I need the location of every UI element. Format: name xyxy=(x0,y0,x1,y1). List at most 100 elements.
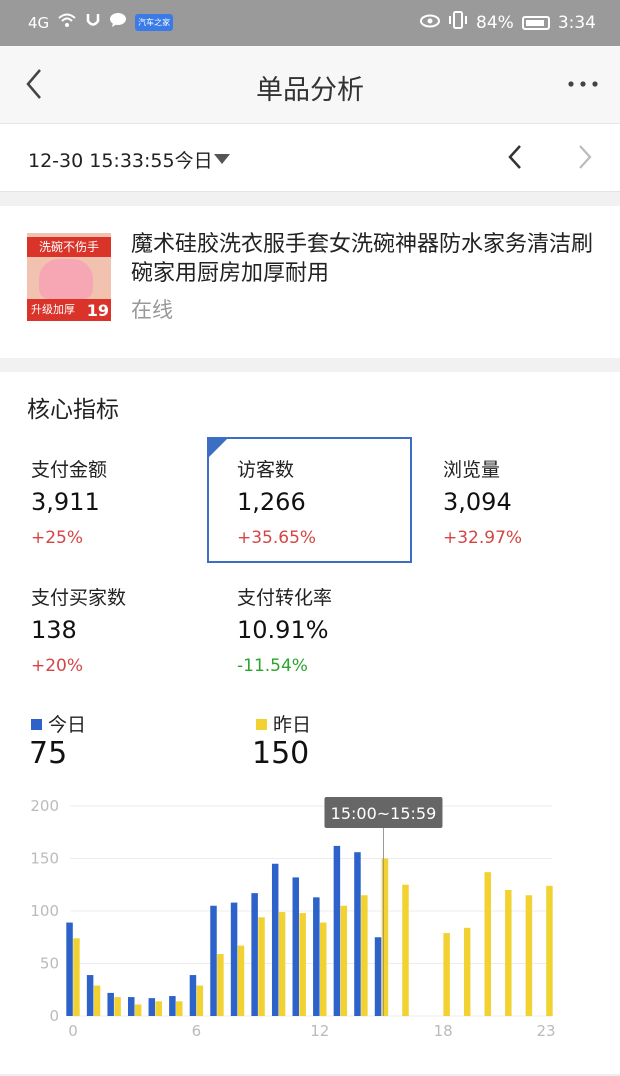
legend-today: 今日 xyxy=(31,710,86,737)
product-card[interactable]: 洗碗不伤手 升级加厚 19 魔术硅胶洗衣服手套女洗碗神器防水家务清洁刷碗家用厨房… xyxy=(0,206,620,358)
legend-yesterday-label: 昨日 xyxy=(273,714,312,736)
bar-yesterday xyxy=(340,905,348,1016)
status-right: 84% 3:34 xyxy=(420,11,596,34)
metric-label: 浏览量 xyxy=(443,459,501,481)
bar-today xyxy=(127,997,135,1016)
legend-yesterday-value: 150 xyxy=(252,736,310,771)
metric-change: +32.97% xyxy=(443,528,523,548)
y-tick-label: 150 xyxy=(30,850,59,868)
bar-today xyxy=(189,975,197,1016)
chevron-right-icon xyxy=(579,145,592,169)
status-bar: 4G 汽车之家 84% 3:34 xyxy=(0,0,620,46)
bar-yesterday xyxy=(525,895,533,1016)
bar-yesterday xyxy=(361,895,368,1016)
metric-visitors[interactable]: 访客数 1,266 +35.65% xyxy=(237,455,437,579)
bar-yesterday xyxy=(134,1004,142,1016)
product-thumbnail[interactable]: 洗碗不伤手 升级加厚 19 xyxy=(27,233,111,321)
y-tick-label: 50 xyxy=(40,955,59,973)
bar-today xyxy=(313,897,320,1016)
tooltip-label: 15:00~15:59 xyxy=(331,804,437,823)
status-left: 4G 汽车之家 xyxy=(28,12,174,33)
bar-today xyxy=(210,905,217,1016)
metric-value: 3,911 xyxy=(31,488,100,516)
metric-value: 138 xyxy=(31,616,77,644)
bar-yesterday xyxy=(463,927,471,1016)
legend-today-label: 今日 xyxy=(48,714,87,736)
metric-pageviews[interactable]: 浏览量 3,094 +32.97% xyxy=(443,455,620,579)
x-tick-label: 12 xyxy=(310,1022,329,1040)
metric-buyers[interactable]: 支付买家数 138 +20% xyxy=(31,583,231,707)
metric-label: 支付转化率 xyxy=(237,587,333,609)
y-tick-label: 0 xyxy=(49,1007,59,1025)
glove-image xyxy=(39,259,93,299)
legend-today-swatch xyxy=(31,719,42,730)
bar-yesterday xyxy=(381,858,389,1016)
metric-payment-amount[interactable]: 支付金额 3,911 +25% xyxy=(31,455,231,579)
chat-icon xyxy=(109,12,127,33)
app-badge-icon: 汽车之家 xyxy=(135,14,174,31)
legend-today-value: 75 xyxy=(29,736,68,771)
title-bar: 单品分析 xyxy=(0,46,620,124)
page-title: 单品分析 xyxy=(256,75,364,106)
bar-today xyxy=(66,922,73,1016)
section-title: 核心指标 xyxy=(27,397,119,423)
metric-change: +25% xyxy=(31,528,84,548)
eye-icon xyxy=(420,13,441,33)
date-bar: 12-30 15:33:55今日 xyxy=(0,124,620,192)
metric-change: +20% xyxy=(31,656,84,676)
hourly-bar-chart[interactable]: 0 50 100 150 200 0 6 12 18 23 15:00~15:59 xyxy=(0,790,620,1050)
y-tick-label: 100 xyxy=(30,902,59,920)
chevron-left-icon xyxy=(508,145,521,169)
legend-yesterday: 昨日 xyxy=(256,710,311,737)
y-tick-label: 200 xyxy=(30,797,59,815)
bar-yesterday xyxy=(278,912,286,1016)
product-status: 在线 xyxy=(131,298,173,322)
bar-today xyxy=(271,863,279,1016)
bar-yesterday xyxy=(217,954,224,1016)
bar-today xyxy=(148,998,156,1016)
battery-percent: 84% xyxy=(476,12,514,33)
metric-change: +35.65% xyxy=(237,528,317,548)
more-dots-icon xyxy=(568,81,598,87)
more-button[interactable] xyxy=(566,68,600,98)
bar-yesterday xyxy=(176,1001,183,1016)
bar-yesterday xyxy=(93,985,101,1016)
bar-today xyxy=(107,992,114,1016)
bar-yesterday xyxy=(402,884,409,1016)
date-selector[interactable]: 12-30 15:33:55今日 xyxy=(28,146,213,173)
prev-date-button[interactable] xyxy=(500,140,534,174)
wifi-icon xyxy=(57,12,77,33)
bar-yesterday xyxy=(546,885,553,1016)
clock: 3:34 xyxy=(557,12,596,33)
bar-yesterday xyxy=(505,890,512,1016)
legend-yesterday-swatch xyxy=(256,719,267,730)
metric-label: 访客数 xyxy=(237,459,295,481)
bar-today xyxy=(374,937,382,1016)
metric-value: 3,094 xyxy=(443,488,512,516)
bar-today xyxy=(86,975,94,1016)
next-date-button[interactable] xyxy=(568,140,602,174)
x-tick-label: 18 xyxy=(434,1022,453,1040)
bar-today xyxy=(230,902,238,1016)
metric-value: 10.91% xyxy=(237,616,329,644)
battery-icon xyxy=(521,15,550,30)
bar-yesterday xyxy=(319,922,327,1016)
caret-down-icon[interactable] xyxy=(214,154,230,164)
bar-today xyxy=(251,893,258,1016)
metric-value: 1,266 xyxy=(237,488,306,516)
product-title: 魔术硅胶洗衣服手套女洗碗神器防水家务清洁刷碗家用厨房加厚耐用 xyxy=(131,232,594,286)
bar-yesterday xyxy=(196,985,204,1016)
bar-yesterday xyxy=(484,872,492,1016)
x-tick-label: 0 xyxy=(68,1022,78,1040)
thumb-top-text: 洗碗不伤手 xyxy=(27,237,111,257)
metric-label: 支付金额 xyxy=(31,459,108,481)
shield-icon xyxy=(85,12,101,33)
thumb-price: 19 xyxy=(86,301,109,320)
bar-yesterday xyxy=(299,913,306,1016)
bar-yesterday xyxy=(155,1001,162,1016)
metric-change: -11.54% xyxy=(237,656,308,676)
section-divider xyxy=(0,358,620,372)
bar-yesterday xyxy=(258,917,265,1016)
bar-yesterday xyxy=(73,938,80,1016)
metric-conversion-rate[interactable]: 支付转化率 10.91% -11.54% xyxy=(237,583,437,707)
